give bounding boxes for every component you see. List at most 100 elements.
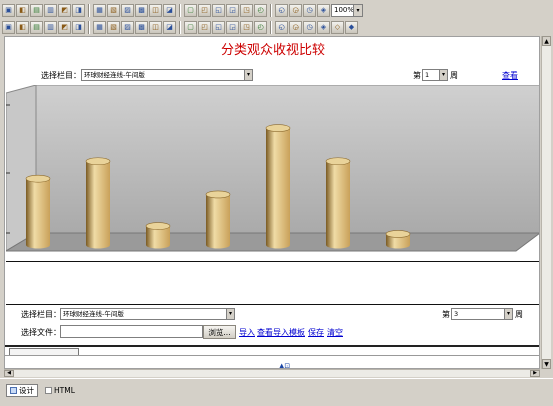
- new-icon[interactable]: ▣: [2, 3, 15, 17]
- paste-icon[interactable]: ▧: [107, 3, 120, 17]
- file-label: 选择文件：: [21, 328, 61, 337]
- insert-col-icon[interactable]: ◲: [226, 20, 239, 34]
- column-select-2-value: 环球财经连线-午间版: [63, 310, 124, 318]
- data-icon[interactable]: ◆: [345, 20, 358, 34]
- grid-icon[interactable]: ◨: [72, 20, 85, 34]
- format-toolbar: ▣ ◧ ▤ ▥ ◩ ◨ ▦ ▧ ▨ ▩ ◫ ◪ ▢ ◰ ◱ ◲ ◳ ◴ ◵ ◶ ◷ ◈ ◇ ◆: [2, 19, 358, 35]
- browse-button[interactable]: 浏览...: [203, 325, 236, 339]
- delete-icon[interactable]: ◳: [240, 20, 253, 34]
- file-input[interactable]: [60, 325, 203, 338]
- format-icon[interactable]: ▨: [121, 20, 134, 34]
- group-icon[interactable]: ▩: [135, 20, 148, 34]
- column-label-2: 选择栏目：: [21, 310, 61, 319]
- text-icon[interactable]: ◧: [16, 20, 29, 34]
- chevron-down-icon[interactable]: ▾: [504, 309, 512, 319]
- toolbar-separator: [179, 20, 181, 34]
- tab-html[interactable]: HTML: [42, 384, 78, 397]
- report-icon[interactable]: ◇: [331, 20, 344, 34]
- view-template-link[interactable]: 查看导入模板: [257, 327, 305, 338]
- bold-icon[interactable]: ▤: [30, 20, 43, 34]
- help-icon[interactable]: ◱: [212, 3, 225, 17]
- chevron-down-icon[interactable]: ▾: [439, 70, 447, 80]
- redo-icon[interactable]: ▩: [135, 3, 148, 17]
- view-icon[interactable]: ◷: [303, 20, 316, 34]
- chevron-down-icon[interactable]: ▾: [226, 309, 234, 319]
- vertical-scrollbar[interactable]: ▲ ▼: [541, 36, 551, 369]
- chart-bar-5: [265, 124, 291, 249]
- link-icon[interactable]: ◰: [198, 3, 211, 17]
- column-label: 选择栏目：: [41, 71, 81, 80]
- align-left-icon[interactable]: ◪: [163, 20, 176, 34]
- import-link[interactable]: 导入: [239, 327, 255, 338]
- tab-icon[interactable]: ◵: [275, 20, 288, 34]
- image-icon[interactable]: ▢: [184, 3, 197, 17]
- settings-icon[interactable]: ◷: [303, 3, 316, 17]
- main-toolbar: ▣ ◧ ▤ ▥ ◩ ◨ ▦ ▧ ▨ ▩ ◫ ◪ ▢ ◰ ◱ ◲ ◳ ◴ ◵ ◶ ◷ ◈ 100% ▾: [2, 2, 363, 18]
- save-icon[interactable]: ▤: [30, 3, 43, 17]
- week-suffix-2: 周: [515, 310, 523, 319]
- chart-bar-3: [145, 222, 171, 249]
- html-icon: [45, 387, 52, 394]
- filter-icon[interactable]: ▦: [93, 20, 106, 34]
- form-icon[interactable]: ◳: [240, 3, 253, 17]
- tag-icon[interactable]: ◈: [317, 20, 330, 34]
- chart-bar-1: [25, 174, 51, 249]
- field-icon[interactable]: ▣: [2, 20, 15, 34]
- scroll-left-icon[interactable]: ◀: [4, 370, 14, 377]
- merge-icon[interactable]: ◫: [149, 20, 162, 34]
- page-title: 分类观众收视比较: [220, 43, 325, 58]
- divider: [5, 345, 539, 347]
- open-icon[interactable]: ◧: [16, 3, 29, 17]
- zoom-select[interactable]: 100% ▾: [331, 3, 363, 17]
- list-icon[interactable]: ▥: [44, 20, 57, 34]
- table-icon[interactable]: ◪: [163, 3, 176, 17]
- scroll-right-icon[interactable]: ▶: [530, 370, 540, 377]
- close-icon[interactable]: ◈: [317, 3, 330, 17]
- cut-icon[interactable]: ◨: [72, 3, 85, 17]
- week-select-2-value: 3: [454, 310, 459, 318]
- find-icon[interactable]: ◫: [149, 3, 162, 17]
- preview-icon[interactable]: ◩: [58, 3, 71, 17]
- query-link[interactable]: 查看: [502, 70, 518, 81]
- align-center-icon[interactable]: ▢: [184, 20, 197, 34]
- column-select-2[interactable]: 环球财经连线-午间版 ▾: [60, 308, 235, 320]
- toolbar-separator: [270, 20, 272, 34]
- save-link[interactable]: 保存: [308, 327, 324, 338]
- chevron-down-icon[interactable]: ▾: [244, 70, 252, 80]
- week-select[interactable]: 1 ▾: [422, 69, 448, 81]
- layer-icon[interactable]: ◶: [289, 3, 302, 17]
- week-select-2[interactable]: 3 ▾: [451, 308, 513, 320]
- tab-design[interactable]: 设计: [6, 384, 38, 397]
- color-icon[interactable]: ◩: [58, 20, 71, 34]
- chart-footer-box: [6, 261, 539, 305]
- zoom-value: 100%: [334, 6, 355, 14]
- design-icon: [10, 387, 17, 394]
- horizontal-scrollbar[interactable]: ◀ ▶: [4, 369, 540, 377]
- copy-icon[interactable]: ▦: [93, 3, 106, 17]
- column-select[interactable]: 环球财经连线-午间版 ▾: [81, 69, 253, 81]
- week-prefix-2: 第: [442, 310, 450, 319]
- about-icon[interactable]: ◲: [226, 3, 239, 17]
- undo-icon[interactable]: ▨: [121, 3, 134, 17]
- viewer-chart: [5, 84, 539, 252]
- chevron-down-icon[interactable]: ▾: [353, 4, 362, 16]
- week-select-value: 1: [425, 71, 430, 79]
- window-icon[interactable]: ◶: [289, 20, 302, 34]
- scroll-up-icon[interactable]: ▲: [542, 36, 551, 46]
- border-icon[interactable]: ◴: [254, 20, 267, 34]
- anchor-icon: ▲⊡: [279, 362, 291, 369]
- sort-icon[interactable]: ▧: [107, 20, 120, 34]
- chart-icon[interactable]: ◵: [275, 3, 288, 17]
- sync-icon[interactable]: ◴: [254, 3, 267, 17]
- chart-bar-7: [385, 230, 411, 249]
- scroll-down-icon[interactable]: ▼: [542, 359, 551, 369]
- clear-link[interactable]: 清空: [327, 327, 343, 338]
- week-suffix: 周: [450, 71, 458, 80]
- print-icon[interactable]: ▥: [44, 3, 57, 17]
- toolbar-separator: [179, 3, 181, 17]
- toolbar-separator: [88, 3, 90, 17]
- chart-bar-6: [325, 157, 351, 249]
- editor-window: ▣ ◧ ▤ ▥ ◩ ◨ ▦ ▧ ▨ ▩ ◫ ◪ ▢ ◰ ◱ ◲ ◳ ◴ ◵ ◶ ◷ ◈ 100% ▾ ▣ ◧ ▤ ▥ ◩ ◨ ▦ ▧ ▨ ▩ ◫ ◪…: [0, 0, 553, 406]
- insert-row-icon[interactable]: ◱: [212, 20, 225, 34]
- align-right-icon[interactable]: ◰: [198, 20, 211, 34]
